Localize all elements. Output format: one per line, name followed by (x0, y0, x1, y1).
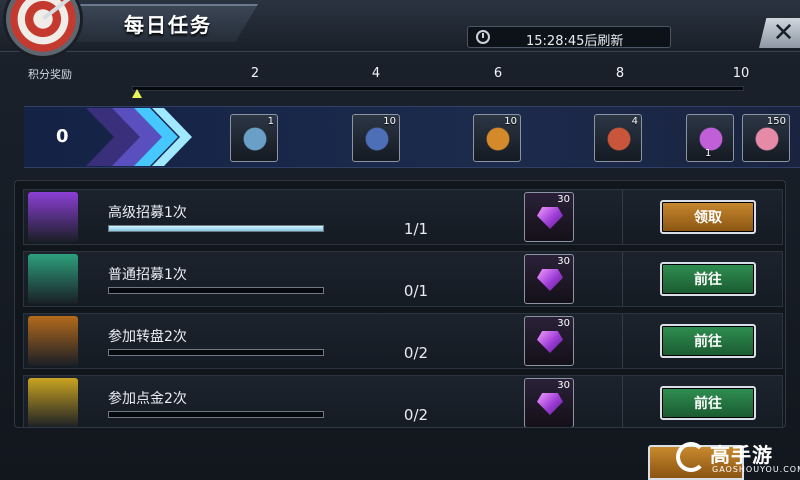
task-progress-text: 1/1 (403, 220, 429, 238)
points-reward-label: 积分奖励 (28, 68, 72, 81)
go-button[interactable]: 前往 (660, 386, 756, 420)
task-list: 高级招募1次 1/1 30 领取 普通招募1次 0/1 30 前往 参加转盘2次 0/2 30 前往参… (14, 180, 786, 428)
milestone-reward[interactable]: 1 (230, 114, 278, 162)
reward-count: 30 (557, 256, 570, 267)
task-row: 参加点金2次 0/2 30 前往 (23, 375, 783, 427)
page-title: 每日任务 (124, 13, 212, 37)
task-row: 普通招募1次 0/1 30 前往 (23, 251, 783, 307)
task-progress-bar (108, 225, 324, 232)
refresh-timer-text: 15:28:45后刷新 (526, 34, 624, 49)
milestone-reward[interactable]: 4 (594, 114, 642, 162)
bullet-icon (484, 125, 512, 153)
task-reward[interactable]: 30 (524, 378, 574, 427)
row-divider (622, 190, 623, 244)
go-button[interactable]: 前往 (660, 262, 756, 296)
reward-count: 10 (504, 116, 517, 127)
task-reward[interactable]: 30 (524, 192, 574, 242)
task-progress-fill (109, 226, 323, 231)
card-pack-icon (753, 125, 781, 153)
task-name: 参加点金2次 (108, 391, 187, 407)
refresh-timer: 15:28:45后刷新 (467, 26, 671, 49)
slot-777-icon (28, 316, 78, 366)
milestone-reward[interactable]: 10 (473, 114, 521, 162)
points-tick: 4 (371, 66, 381, 81)
close-icon: ✕ (772, 18, 795, 48)
milestone-reward[interactable]: 10 (352, 114, 400, 162)
reward-count: 30 (557, 380, 570, 391)
premium-recruit-icon (28, 192, 78, 242)
roulette-chip-icon (605, 125, 633, 153)
points-tick: 8 (615, 66, 625, 81)
task-progress-text: 0/1 (403, 282, 429, 300)
reward-count: 1 (705, 148, 712, 159)
watermark-subtext: GAOSHOUYOU.COM (712, 465, 800, 474)
milestone-reward[interactable]: 150 (742, 114, 790, 162)
claim-button[interactable]: 领取 (660, 200, 756, 234)
task-progress-text: 0/2 (403, 406, 429, 424)
points-value: 0 (56, 126, 69, 147)
row-divider (622, 252, 623, 306)
row-divider (622, 314, 623, 368)
points-tick: 6 (493, 66, 503, 81)
points-tick: 2 (250, 66, 260, 81)
normal-recruit-icon (28, 254, 78, 304)
task-reward[interactable]: 30 (524, 316, 574, 366)
task-name: 普通招募1次 (108, 267, 187, 283)
ticket-icon (363, 125, 391, 153)
purple-gem-icon (537, 393, 563, 415)
reward-count: 150 (766, 116, 786, 127)
task-progress-bar (108, 349, 324, 356)
points-tick: 10 (732, 66, 750, 81)
reward-count: 4 (631, 116, 638, 127)
points-progress-track (132, 86, 744, 91)
gold-diamond-icon (28, 378, 78, 427)
task-row: 高级招募1次 1/1 30 领取 (23, 189, 783, 245)
task-row: 参加转盘2次 0/2 30 前往 (23, 313, 783, 369)
task-name: 参加转盘2次 (108, 329, 187, 345)
go-button[interactable]: 前往 (660, 324, 756, 358)
daily-tasks-window: 每日任务 15:28:45后刷新 ✕ 积分奖励 2 4 6 8 10 0 1 10 10 4 1… (0, 0, 800, 480)
task-progress-bar (108, 287, 324, 294)
watermark-logo-icon (676, 442, 706, 472)
purple-gem-icon (537, 331, 563, 353)
purple-gem-icon (537, 207, 563, 229)
reward-count: 30 (557, 194, 570, 205)
task-progress-bar (108, 411, 324, 418)
purple-gem-icon (537, 269, 563, 291)
watermark: 高手游 GAOSHOUYOU.COM (676, 438, 800, 480)
stopwatch-icon (476, 30, 490, 44)
watermark-text: 高手游 (710, 443, 773, 467)
reward-count: 1 (267, 116, 274, 127)
chip-icon (241, 125, 269, 153)
task-name: 高级招募1次 (108, 205, 187, 221)
reward-count: 10 (383, 116, 396, 127)
reward-count: 30 (557, 318, 570, 329)
milestone-reward[interactable]: 1 (686, 114, 734, 162)
points-progress-marker (132, 89, 142, 98)
row-divider (622, 376, 623, 427)
chevron-arrows-icon (86, 108, 192, 166)
task-progress-text: 0/2 (403, 344, 429, 362)
task-reward[interactable]: 30 (524, 254, 574, 304)
